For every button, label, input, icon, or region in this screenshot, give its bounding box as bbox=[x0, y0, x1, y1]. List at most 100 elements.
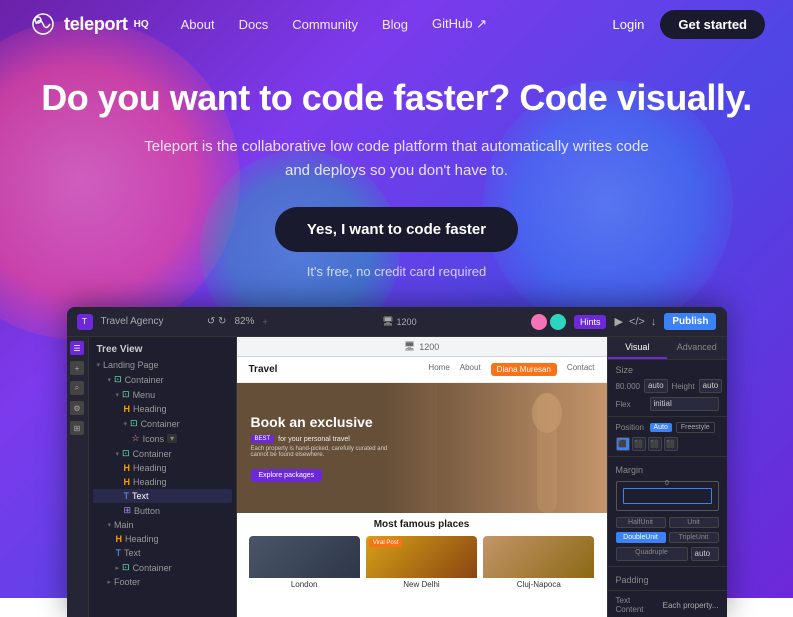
code-icon[interactable]: </> bbox=[629, 316, 645, 328]
logo[interactable]: teleportHQ bbox=[28, 9, 149, 39]
travel-card-delhi: Viral Post New Delhi bbox=[366, 536, 477, 591]
freestyle-badge[interactable]: Freestyle bbox=[676, 422, 715, 433]
nav-blog[interactable]: Blog bbox=[382, 17, 408, 32]
toolbar-logo: T bbox=[77, 314, 93, 330]
nav-docs[interactable]: Docs bbox=[239, 17, 269, 32]
get-started-button[interactable]: Get started bbox=[660, 10, 765, 39]
toolbar-hints[interactable]: Hints bbox=[574, 315, 607, 329]
tree-item-label: Container bbox=[125, 375, 164, 385]
pos-btn-3[interactable]: ⬛ bbox=[648, 437, 662, 451]
margin-unit[interactable]: Unit bbox=[669, 517, 719, 528]
nav-community[interactable]: Community bbox=[292, 17, 358, 32]
position-buttons: ⬛ ⬛ ⬛ ⬛ bbox=[616, 437, 678, 451]
tree-view-icon[interactable]: ☰ bbox=[70, 341, 84, 355]
tree-heading-1[interactable]: H Heading bbox=[93, 402, 232, 416]
position-header-row: Position Auto Freestyle bbox=[608, 420, 727, 435]
nav-github[interactable]: GitHub ↗ bbox=[432, 16, 487, 32]
travel-card-cluj: Cluj-Napoca bbox=[483, 536, 594, 591]
tree-icons[interactable]: ☆ Icons ▾ bbox=[93, 431, 232, 446]
hero-cta-button[interactable]: Yes, I want to code faster bbox=[275, 207, 518, 252]
margin-tripleunit[interactable]: TripleUnit bbox=[669, 532, 719, 543]
hero-subtitle-text: for your personal travel bbox=[278, 436, 350, 443]
tree-heading-2[interactable]: H Heading bbox=[93, 461, 232, 475]
margin-options-row: HalfUnit Unit bbox=[608, 515, 727, 530]
tree-heading-4[interactable]: H Heading bbox=[93, 532, 232, 546]
hero-note: It's free, no credit card required bbox=[20, 264, 773, 279]
container-icon-2: ⊡ bbox=[130, 418, 138, 429]
tree-menu[interactable]: ▾ ⊡ Menu bbox=[93, 387, 232, 402]
pos-btn-4[interactable]: ⬛ bbox=[664, 437, 678, 451]
divider-2 bbox=[608, 456, 727, 457]
size-flex-row: Flex initial bbox=[608, 395, 727, 413]
tab-advanced[interactable]: Advanced bbox=[667, 337, 727, 359]
login-button[interactable]: Login bbox=[613, 17, 645, 32]
tree-panel: Tree View ▾ Landing Page ▾ ⊡ Container ▾… bbox=[89, 337, 236, 617]
margin-custom[interactable]: auto bbox=[691, 547, 719, 561]
tree-landing-page[interactable]: ▾ Landing Page bbox=[93, 358, 232, 372]
download-icon[interactable]: ↓ bbox=[651, 316, 657, 328]
tree-text-selected[interactable]: T Text bbox=[93, 489, 232, 503]
layers-icon[interactable]: ⊞ bbox=[70, 421, 84, 435]
travel-card-img-cluj bbox=[483, 536, 594, 578]
tree-footer[interactable]: ▸ Footer bbox=[93, 575, 232, 589]
tree-item-label: Heading bbox=[133, 463, 167, 473]
tab-visual[interactable]: Visual bbox=[608, 337, 668, 359]
heading-icon-3: H bbox=[124, 477, 131, 487]
travel-explore-btn[interactable]: Explore packages bbox=[251, 469, 323, 482]
tree-text-2[interactable]: T Text bbox=[93, 546, 232, 560]
publish-button[interactable]: Publish bbox=[664, 313, 716, 330]
avatar-1 bbox=[531, 314, 547, 330]
toolbar-plus[interactable]: + bbox=[262, 317, 267, 327]
navbar: teleportHQ About Docs Community Blog Git… bbox=[0, 0, 793, 48]
settings-icon[interactable]: ⚙ bbox=[70, 401, 84, 415]
margin-section-title: Margin bbox=[608, 460, 727, 477]
travel-nav: Travel Home About Diana Muresan Contact bbox=[237, 357, 607, 383]
position-title: Position bbox=[616, 423, 646, 432]
toolbar-project-name: Travel Agency bbox=[101, 316, 199, 327]
text-content-label: Text Content bbox=[616, 596, 659, 614]
toolbar-undo-redo[interactable]: ↺ ↻ bbox=[207, 316, 227, 327]
add-element-icon[interactable]: + bbox=[70, 361, 84, 375]
margin-top-val: 0 bbox=[665, 480, 669, 487]
device-icon: 🖥 bbox=[404, 341, 415, 352]
pos-btn-2[interactable]: ⬛ bbox=[632, 437, 646, 451]
tree-item-label: Footer bbox=[114, 577, 140, 587]
travel-nav-about: About bbox=[460, 363, 481, 376]
canvas-area: 🖥 1200 Travel Home About Diana Muresan C… bbox=[237, 337, 607, 617]
tree-container-4[interactable]: ▸ ⊡ Container bbox=[93, 560, 232, 575]
travel-logo: Travel bbox=[249, 364, 278, 375]
travel-popular-title: Most famous places bbox=[249, 519, 595, 530]
tree-container-3[interactable]: ▾ ⊡ Container bbox=[93, 446, 232, 461]
play-icon[interactable]: ▶ bbox=[614, 315, 622, 328]
travel-popular: Most famous places London Viral Post New bbox=[237, 513, 607, 597]
device-indicator: 🖥 1200 bbox=[382, 316, 416, 327]
margin-halfunit[interactable]: HalfUnit bbox=[616, 517, 666, 528]
tree-item-label: Button bbox=[134, 506, 160, 516]
toolbar-zoom[interactable]: 82% bbox=[234, 316, 254, 327]
toolbar-actions: ▶ </> ↓ bbox=[614, 315, 656, 328]
text-content-row: Text Content Each property... bbox=[608, 594, 727, 616]
tree-button[interactable]: ⊞ Button bbox=[93, 503, 232, 518]
hero-subtitle: Teleport is the collaborative low code p… bbox=[20, 135, 773, 183]
travel-card-label-delhi: New Delhi bbox=[366, 578, 477, 591]
viral-badge: Viral Post bbox=[369, 539, 403, 547]
search-icon[interactable]: ⌕ bbox=[70, 381, 84, 395]
tree-item-label: Text bbox=[124, 548, 141, 558]
tree-heading-3[interactable]: H Heading bbox=[93, 475, 232, 489]
nav-about[interactable]: About bbox=[181, 17, 215, 32]
margin-doubleunit[interactable]: DoubleUnit bbox=[616, 532, 666, 543]
tree-container-2[interactable]: ▾ ⊡ Container bbox=[93, 416, 232, 431]
travel-nav-home: Home bbox=[428, 363, 449, 376]
tree-main[interactable]: ▾ Main bbox=[93, 518, 232, 532]
size-flex-label: Flex bbox=[616, 400, 646, 409]
margin-quadruple[interactable]: Quadruple bbox=[616, 547, 688, 561]
travel-site-preview: Travel Home About Diana Muresan Contact bbox=[237, 357, 607, 617]
pos-btn-1[interactable]: ⬛ bbox=[616, 437, 630, 451]
logo-svg bbox=[28, 9, 58, 39]
auto-badge[interactable]: Auto bbox=[650, 423, 672, 432]
tree-item-label: Text bbox=[132, 491, 149, 501]
travel-nav-contact: Contact bbox=[567, 363, 595, 376]
tree-container-1[interactable]: ▾ ⊡ Container bbox=[93, 372, 232, 387]
menu-container-icon: ⊡ bbox=[122, 389, 130, 400]
travel-card-london: London bbox=[249, 536, 360, 591]
